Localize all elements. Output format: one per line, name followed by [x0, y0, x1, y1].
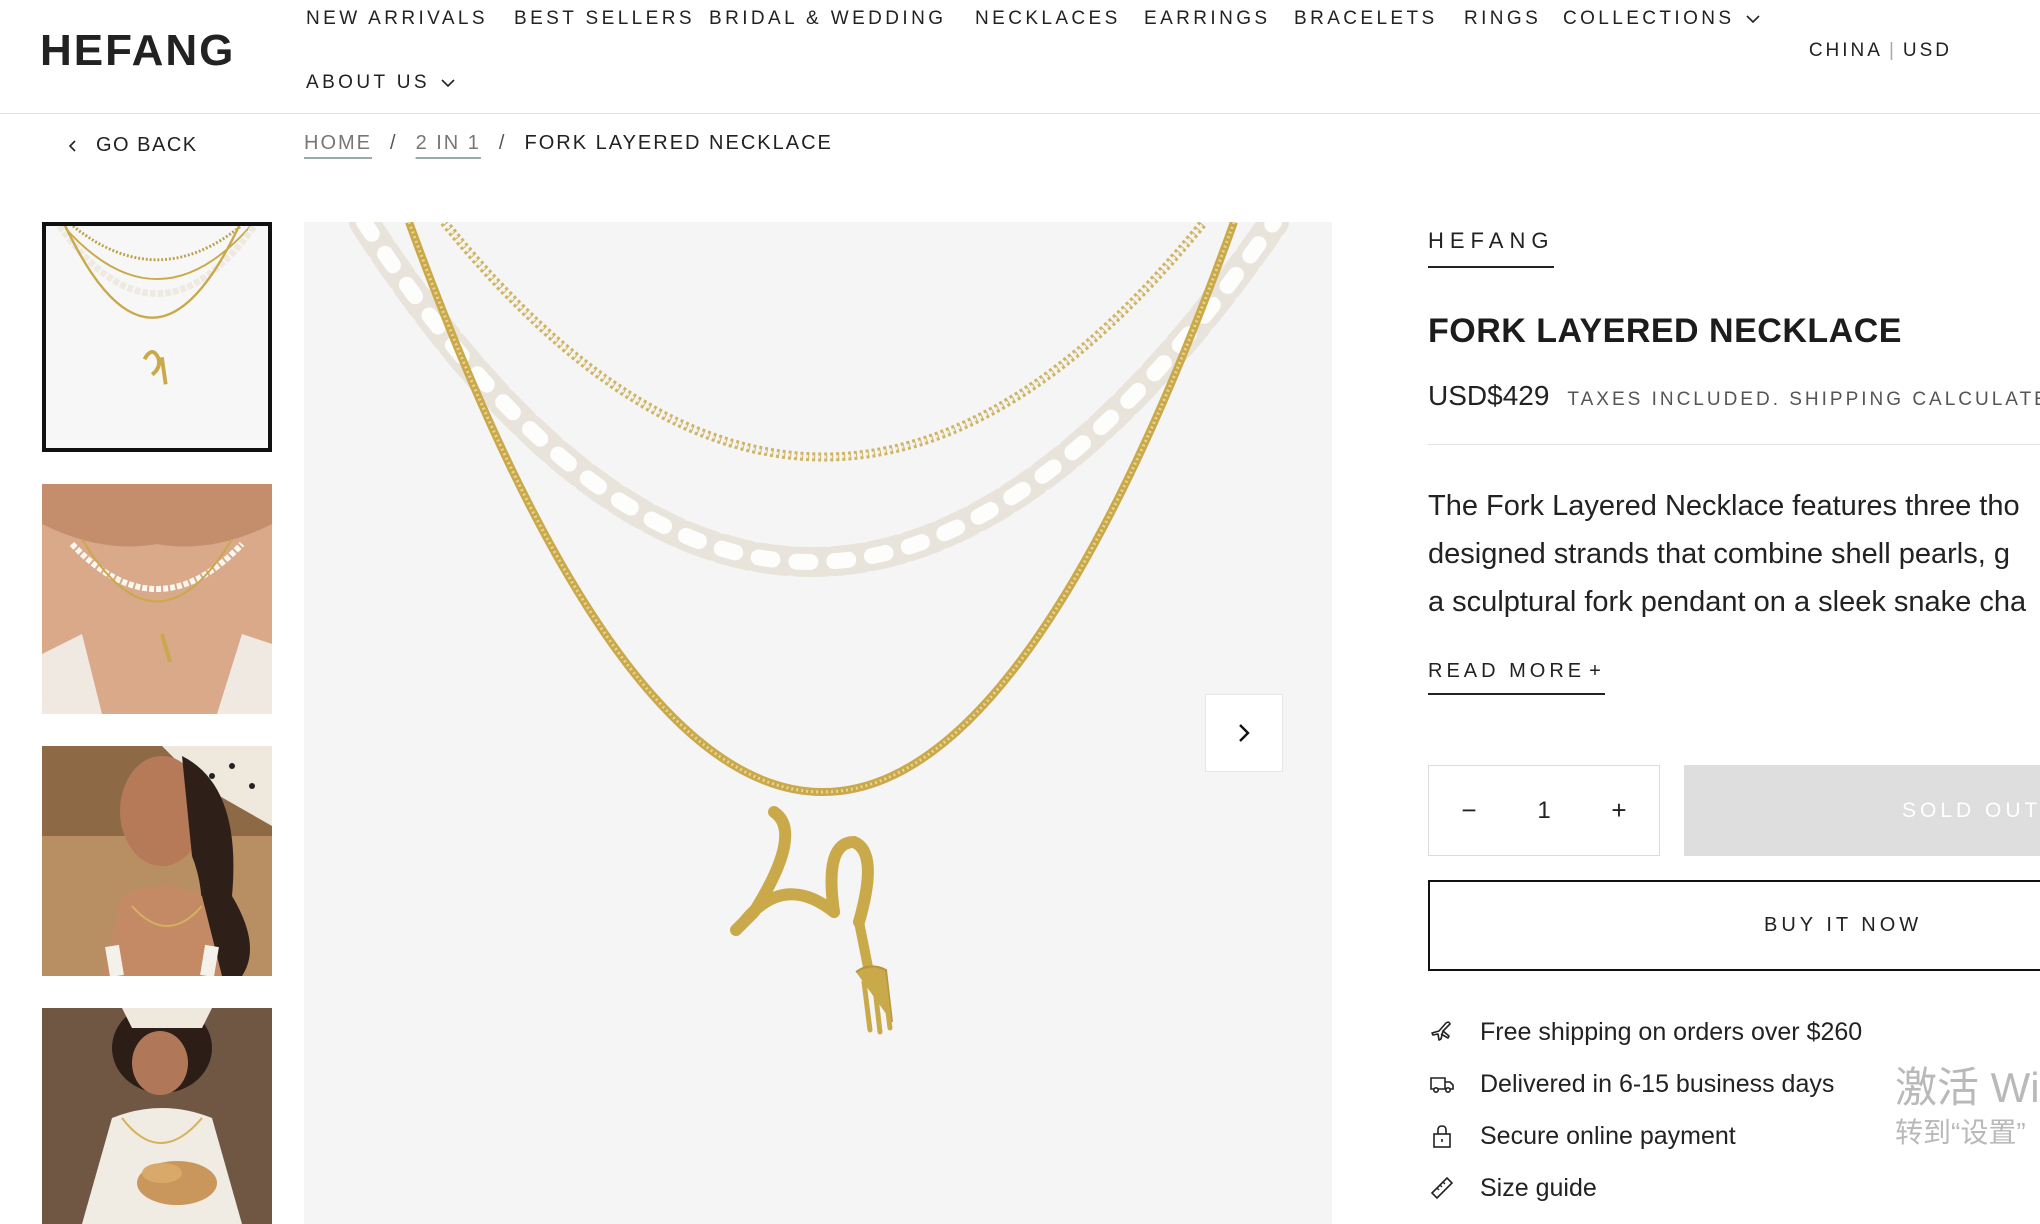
go-back-label: GO BACK [96, 134, 198, 156]
nav-item-rings[interactable]: RINGS [1464, 8, 1541, 30]
nav-label: RINGS [1464, 8, 1542, 29]
locale-selector[interactable]: CHINA | USD [1809, 40, 1952, 62]
nav-label: BEST SELLERS [514, 8, 695, 29]
os-activation-watermark: 激活 Wi 转到“设置” [1895, 1062, 2040, 1152]
price-row: USD$429 TAXES INCLUDED. SHIPPING CALCULA… [1428, 380, 2040, 412]
nav-item-earrings[interactable]: EARRINGS [1144, 8, 1270, 30]
necklace-worn-image [42, 484, 272, 714]
fork-necklace-image [304, 222, 1332, 1224]
watermark-line: 激活 Wi [1895, 1064, 2040, 1111]
buy-it-now-button[interactable]: BUY IT NOW [1428, 880, 2040, 971]
read-more-label: READ MORE [1428, 660, 1586, 682]
chevron-left-icon [68, 139, 76, 152]
breadcrumb-current: FORK LAYERED NECKLACE [524, 132, 833, 154]
model-headscarf-image [42, 746, 272, 976]
airplane-icon [1428, 1018, 1456, 1046]
product-brand-link[interactable]: HEFANG [1428, 228, 1555, 268]
description-line: a sculptural fork pendant on a sleek sna… [1428, 586, 2027, 618]
truck-icon [1428, 1070, 1456, 1098]
feature-text: Secure online payment [1480, 1121, 1736, 1150]
ruler-icon [1428, 1174, 1456, 1202]
nav-label: COLLECTIONS [1563, 8, 1735, 29]
product-description: The Fork Layered Necklace features three… [1428, 482, 2040, 626]
next-image-button[interactable] [1205, 694, 1283, 772]
locale-separator: | [1888, 40, 1897, 61]
nav-item-best-sellers[interactable]: BEST SELLERS [514, 8, 695, 30]
quantity-increase-button[interactable]: + [1607, 795, 1631, 825]
product-title: FORK LAYERED NECKLACE [1428, 312, 1902, 350]
divider [1428, 444, 2040, 445]
lock-icon [1428, 1122, 1456, 1150]
thumbnail-necklace-product-shot[interactable] [42, 222, 272, 452]
nav-item-necklaces[interactable]: NECKLACES [975, 8, 1121, 30]
feature-size-guide[interactable]: Size guide [1428, 1162, 1862, 1214]
product-main-image[interactable] [304, 222, 1332, 1224]
feature-free-shipping: Free shipping on orders over $260 [1428, 1006, 1862, 1058]
thumbnail-necklace-worn-closeup[interactable] [42, 484, 272, 714]
quantity-input[interactable]: 1 [1537, 797, 1550, 825]
breadcrumb-2-in-1[interactable]: 2 IN 1 [416, 132, 481, 155]
watermark-line: 转到“设置” [1895, 1117, 2026, 1148]
nav-label: ABOUT US [306, 72, 430, 93]
thumbnail-model-smiling-headscarf[interactable] [42, 746, 272, 976]
feature-delivery: Delivered in 6-15 business days [1428, 1058, 1862, 1110]
nav-item-about-us[interactable]: ABOUT US [306, 72, 456, 94]
plus-icon: + [1589, 660, 1605, 682]
nav-label: BRIDAL & WEDDING [709, 8, 947, 29]
necklace-thumbnail-image [46, 226, 268, 448]
breadcrumb-home[interactable]: HOME [304, 132, 372, 155]
model-bread-image [42, 1008, 272, 1224]
feature-text: Delivered in 6-15 business days [1480, 1069, 1835, 1098]
currency-label: USD [1902, 40, 1952, 61]
description-line: The Fork Layered Necklace features three… [1428, 490, 2020, 522]
quantity-stepper: − 1 + [1428, 765, 1660, 856]
read-more-button[interactable]: READ MORE + [1428, 660, 1605, 695]
country-label: CHINA [1808, 40, 1883, 61]
feature-secure-payment: Secure online payment [1428, 1110, 1862, 1162]
breadcrumb-separator: / [498, 132, 507, 154]
breadcrumb-separator: / [390, 132, 398, 154]
nav-item-bracelets[interactable]: BRACELETS [1294, 8, 1438, 30]
product-features-list: Free shipping on orders over $260 Delive… [1428, 1006, 1862, 1214]
nav-item-bridal-wedding[interactable]: BRIDAL & WEDDING [709, 8, 946, 30]
breadcrumb: HOME / 2 IN 1 / FORK LAYERED NECKLACE [304, 132, 833, 155]
site-logo[interactable]: HEFANG [40, 26, 235, 76]
description-line: designed strands that combine shell pear… [1428, 538, 2010, 570]
nav-item-collections[interactable]: COLLECTIONS [1563, 8, 1761, 30]
chevron-down-icon [1745, 15, 1760, 24]
go-back-button[interactable]: GO BACK [66, 134, 198, 157]
nav-label: NEW ARRIVALS [306, 8, 488, 29]
product-price: USD$429 [1428, 380, 1550, 411]
site-header: HEFANG NEW ARRIVALS BEST SELLERS BRIDAL … [0, 0, 2040, 114]
thumbnail-model-holding-bread[interactable] [42, 1008, 272, 1224]
tax-note: TAXES INCLUDED. SHIPPING CALCULATED [1567, 389, 2040, 410]
chevron-right-icon [1239, 724, 1250, 742]
feature-text: Size guide [1480, 1173, 1597, 1202]
nav-item-new-arrivals[interactable]: NEW ARRIVALS [306, 8, 488, 30]
sold-out-button[interactable]: SOLD OUT [1684, 765, 2040, 856]
nav-label: NECKLACES [975, 8, 1121, 29]
chevron-down-icon [441, 79, 455, 88]
quantity-decrease-button[interactable]: − [1457, 795, 1481, 825]
nav-label: EARRINGS [1144, 8, 1271, 29]
feature-text: Free shipping on orders over $260 [1480, 1017, 1863, 1046]
nav-label: BRACELETS [1294, 8, 1438, 29]
